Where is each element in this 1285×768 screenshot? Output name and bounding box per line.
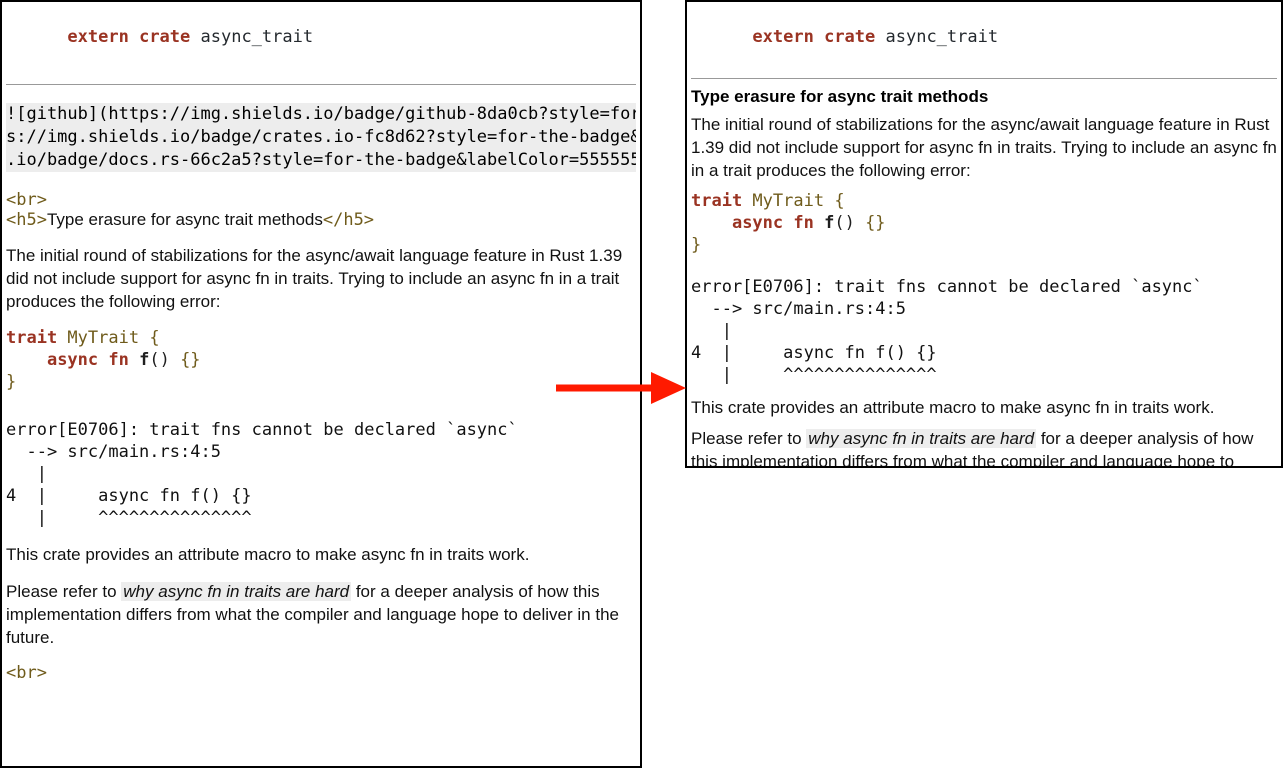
trait-line-2: async fn f() {} bbox=[6, 349, 636, 371]
horizontal-rule bbox=[6, 84, 636, 85]
kw-crate: crate bbox=[139, 27, 200, 47]
extern-crate-line: extern crate async_trait bbox=[6, 4, 636, 70]
intro-paragraph: The initial round of stabilizations for … bbox=[6, 244, 636, 313]
err-line-2: --> src/main.rs:4:5 bbox=[6, 441, 636, 463]
spacer bbox=[691, 256, 1277, 268]
intro-paragraph: The initial round of stabilizations for … bbox=[691, 113, 1277, 182]
after-error-paragraph: This crate provides an attribute macro t… bbox=[6, 543, 636, 566]
err-line-3: | bbox=[691, 320, 1277, 342]
ident-async-trait: async_trait bbox=[201, 27, 314, 47]
trait-line-3: } bbox=[691, 234, 1277, 256]
err-line-3: | bbox=[6, 463, 636, 485]
heading-text: Type erasure for async trait methods bbox=[691, 87, 1277, 107]
trait-line-2: async fn f() {} bbox=[691, 212, 1277, 234]
badge-line-1: ![github](https://img.shields.io/badge/g… bbox=[6, 103, 636, 126]
extern-crate-line: extern crate async_trait bbox=[691, 4, 1277, 70]
badge-line-3: .io/badge/docs.rs-66c2a5?style=for-the-b… bbox=[6, 149, 636, 172]
trailing-br-tag: <br> bbox=[6, 663, 636, 683]
br-tag: <br> bbox=[6, 190, 636, 210]
err-line-1: error[E0706]: trait fns cannot be declar… bbox=[691, 276, 1277, 298]
h5-close: </h5> bbox=[323, 210, 374, 230]
spacer bbox=[6, 393, 636, 411]
refer-paragraph: Please refer to why async fn in traits a… bbox=[6, 580, 636, 649]
kw-extern: extern bbox=[67, 27, 139, 47]
compiler-error-block: error[E0706]: trait fns cannot be declar… bbox=[6, 419, 636, 529]
refer-link[interactable]: why async fn in traits are hard bbox=[806, 429, 1036, 448]
after-error-paragraph: This crate provides an attribute macro t… bbox=[691, 396, 1277, 419]
err-line-2: --> src/main.rs:4:5 bbox=[691, 298, 1277, 320]
rendered-panel: extern crate async_trait Type erasure fo… bbox=[685, 0, 1283, 468]
err-line-5: | ^^^^^^^^^^^^^^^ bbox=[691, 364, 1277, 386]
h5-open: <h5> bbox=[6, 210, 47, 230]
refer-pre: Please refer to bbox=[6, 582, 121, 601]
badge-line-2: s://img.shields.io/badge/crates.io-fc8d6… bbox=[6, 126, 636, 149]
err-line-1: error[E0706]: trait fns cannot be declar… bbox=[6, 419, 636, 441]
compiler-error-block: error[E0706]: trait fns cannot be declar… bbox=[691, 276, 1277, 386]
err-line-4: 4 | async fn f() {} bbox=[6, 485, 636, 507]
refer-paragraph: Please refer to why async fn in traits a… bbox=[691, 427, 1277, 468]
comparison-stage: extern crate async_trait ![github](https… bbox=[0, 0, 1285, 768]
trait-line-1: trait MyTrait { bbox=[6, 327, 636, 349]
trait-code-block: trait MyTrait { async fn f() {} } bbox=[6, 327, 636, 393]
refer-pre: Please refer to bbox=[691, 429, 806, 448]
trait-line-3: } bbox=[6, 371, 636, 393]
trait-line-1: trait MyTrait { bbox=[691, 190, 1277, 212]
err-line-4: 4 | async fn f() {} bbox=[691, 342, 1277, 364]
heading-text: Type erasure for async trait methods bbox=[47, 210, 323, 229]
err-line-5: | ^^^^^^^^^^^^^^^ bbox=[6, 507, 636, 529]
trait-code-block: trait MyTrait { async fn f() {} } bbox=[691, 190, 1277, 256]
shield-badge-block: ![github](https://img.shields.io/badge/g… bbox=[6, 103, 636, 172]
spacer bbox=[6, 172, 636, 190]
source-panel: extern crate async_trait ![github](https… bbox=[0, 0, 642, 768]
h5-tag-line: <h5>Type erasure for async trait methods… bbox=[6, 210, 636, 230]
horizontal-rule bbox=[691, 78, 1277, 79]
refer-link[interactable]: why async fn in traits are hard bbox=[121, 582, 351, 601]
